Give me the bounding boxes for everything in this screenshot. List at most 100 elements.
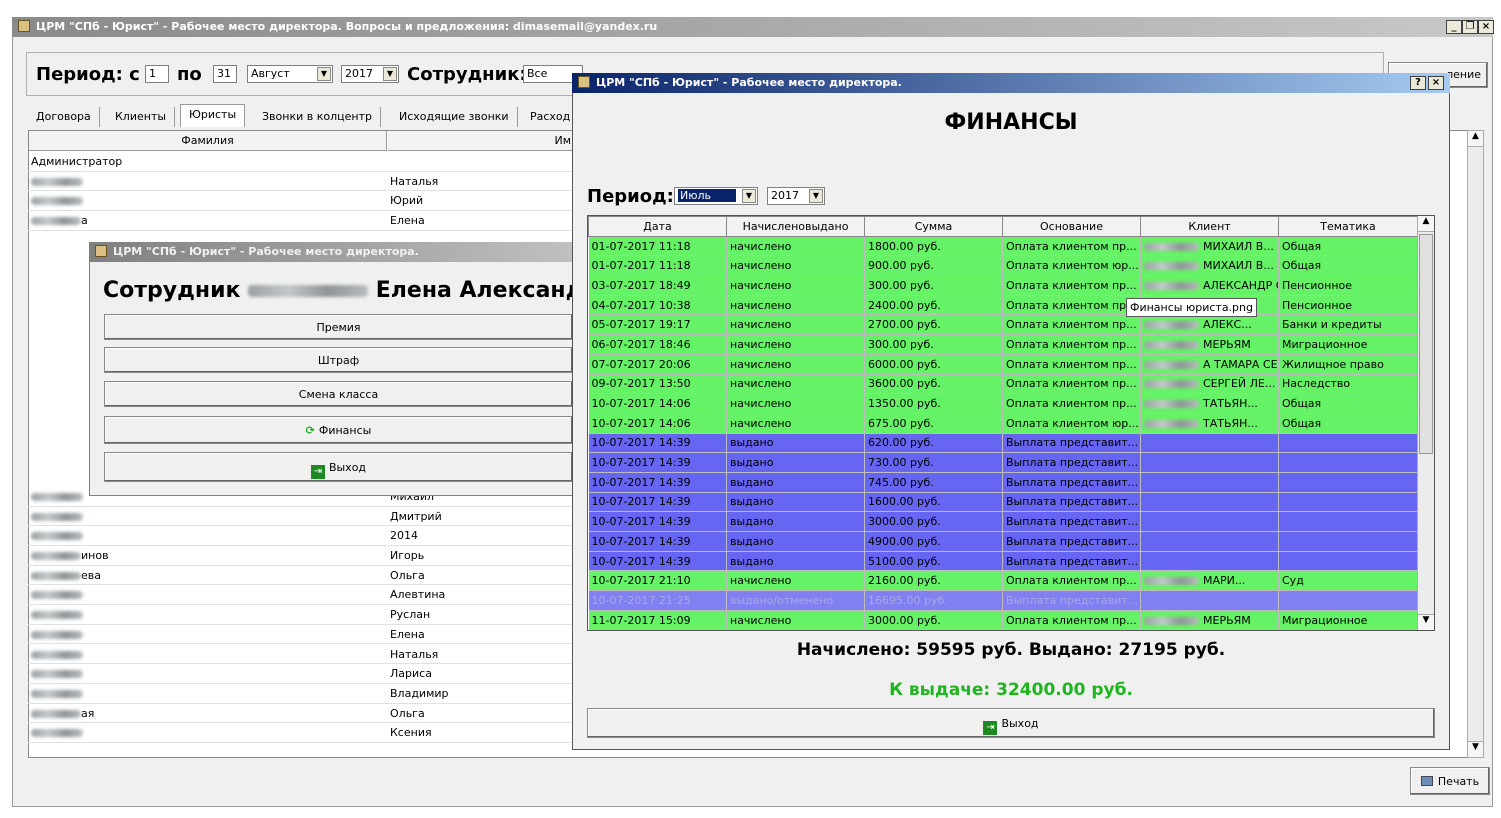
table-row[interactable]: 09-07-2017 13:50 начислено 3600.00 руб. Опл… [588,374,1418,395]
year-select[interactable]: 2017 ▼ [341,65,399,83]
tab-outgoing[interactable]: Исходящие звонки [391,107,518,127]
table-row[interactable]: 10-07-2017 14:39 выдано 620.00 руб. Выплата… [588,433,1418,454]
date-text: 10-07-2017 21:10 [591,574,691,588]
finance-month-select[interactable]: Июль ▼ [674,187,758,205]
chevron-down-icon[interactable]: ▼ [742,189,756,203]
redacted-text [1144,419,1199,428]
table-row[interactable]: Владимир [28,684,573,704]
table-row[interactable]: 10-07-2017 14:39 выдано 5100.00 руб. Выплат… [588,551,1418,572]
table-row[interactable]: Лариса [28,664,573,684]
table-row[interactable]: а Елена [28,211,573,231]
redacted-text [31,512,83,521]
redacted-text [31,709,81,718]
finance-exit-button[interactable]: ⇥ Выход [587,708,1435,738]
scroll-down-icon[interactable]: ▼ [1468,741,1483,757]
table-row[interactable]: 10-07-2017 14:39 выдано 730.00 руб. Выплата… [588,452,1418,473]
col-header-lastname[interactable]: Фамилия [29,131,387,151]
table-row[interactable]: 11-07-2017 15:09 начислено 3000.00 руб. Опл… [588,610,1418,630]
help-button[interactable]: ? [1410,76,1426,90]
table-row[interactable]: 03-07-2017 18:49 начислено 300.00 руб. Опла… [588,275,1418,296]
table-row[interactable]: 01-07-2017 11:18 начислено 900.00 руб. Опла… [588,255,1418,277]
table-row[interactable]: инов Игорь [28,546,573,566]
col-header-sum[interactable]: Сумма [864,216,1003,237]
scroll-up-icon[interactable]: ▲ [1468,131,1483,147]
col-header-client[interactable]: Клиент [1140,216,1279,237]
minimize-button[interactable]: _ [1446,20,1462,34]
table-row[interactable]: 07-07-2017 20:06 начислено 6000.00 руб. Опл… [588,354,1418,375]
table-row[interactable]: Юрий [28,191,573,212]
finance-period-label: Период: [587,186,674,207]
main-scrollbar[interactable]: ▲ ▼ [1467,130,1484,758]
table-row[interactable]: 10-07-2017 21:10 начислено 2160.00 руб. Опл… [588,570,1418,592]
table-row[interactable]: 10-07-2017 21:25 выдано/отменено 16695.00 … [588,590,1418,611]
table-row[interactable]: Алевтина [28,585,573,606]
table-row[interactable]: Руслан [28,605,573,625]
chevron-down-icon[interactable]: ▼ [317,67,331,81]
col-header-topic[interactable]: Тематика [1278,216,1418,237]
table-row[interactable]: 06-07-2017 18:46 начислено 300.00 руб. Опла… [588,334,1418,355]
table-row[interactable]: Дмитрий [28,507,573,527]
chevron-down-icon[interactable]: ▼ [809,189,823,203]
table-row[interactable]: 10-07-2017 14:06 начислено 675.00 руб. Опла… [588,413,1418,434]
table-row[interactable]: 10-07-2017 14:39 выдано 4900.00 руб. Выплат… [588,531,1418,552]
basis-cell: Оплата клиентом юр... [1002,255,1141,277]
finance-close-button[interactable]: × [1428,76,1444,90]
col-header-basis[interactable]: Основание [1002,216,1141,237]
table-row[interactable]: 2014 [28,526,573,546]
firstname-cell: 2014 [390,529,418,543]
table-row[interactable]: Наталья [28,172,573,192]
table-row[interactable]: 01-07-2017 11:18 начислено 1800.00 руб. Опл… [588,236,1418,257]
scroll-thumb[interactable] [1419,234,1433,454]
fine-button[interactable]: Штраф [104,347,573,373]
finance-scrollbar[interactable]: ▲ ▼ [1417,216,1434,630]
table-row[interactable]: ева Ольга [28,566,573,586]
table-row[interactable]: 10-07-2017 14:39 выдано 3000.00 руб. Выплат… [588,511,1418,532]
table-row[interactable]: 04-07-2017 10:38 начислено 2400.00 руб. Опл… [588,295,1418,316]
tab-callcenter[interactable]: Звонки в колцентр [254,107,381,127]
table-row[interactable]: Елена [28,625,573,645]
date-cell: 10-07-2017 14:39 [588,551,727,572]
period-to-input[interactable]: 31 [213,65,237,83]
bonus-button[interactable]: Премия [104,314,573,340]
table-row[interactable]: Наталья [28,645,573,665]
basis-text: Оплата клиентом пр... [1006,377,1137,391]
basis-text: Оплата клиентом пр... [1006,357,1137,371]
date-text: 01-07-2017 11:18 [591,259,691,273]
lastname-cell [31,529,83,542]
period-from-input[interactable]: 1 [145,65,169,83]
finance-year-select[interactable]: 2017 ▼ [767,187,825,205]
firstname-cell: Наталья [390,174,439,188]
finance-button[interactable]: ⟳ Финансы [104,416,573,444]
employee-exit-button[interactable]: ⇥ Выход [104,452,573,482]
basis-text: Оплата клиентом пр... [1006,239,1137,253]
employee-label: Сотрудник: [407,64,527,85]
date-text: 10-07-2017 21:25 [591,593,691,607]
basis-cell: Оплата клиентом пр... [1002,374,1141,395]
close-button[interactable]: × [1478,20,1494,34]
tab-contracts[interactable]: Договора [28,107,100,127]
table-row[interactable]: 10-07-2017 14:06 начислено 1350.00 руб. Опл… [588,393,1418,414]
print-button[interactable]: Печать [1410,767,1490,795]
scroll-down-icon[interactable]: ▼ [1418,614,1434,630]
scroll-up-icon[interactable]: ▲ [1418,216,1434,232]
tab-lawyers[interactable]: Юристы [180,104,246,127]
col-header-firstname[interactable]: Им [388,131,573,151]
tab-clients[interactable]: Клиенты [107,107,176,127]
table-row[interactable]: ая Ольга [28,704,573,724]
month-select[interactable]: Август ▼ [247,65,333,83]
col-header-type[interactable]: Начисленовыдано [726,216,865,237]
tab-expense[interactable]: Расход [522,107,580,127]
lastname-cell [31,608,83,621]
table-row[interactable]: 10-07-2017 14:39 выдано 1600.00 руб. Выплат… [588,492,1418,513]
table-row[interactable]: 10-07-2017 14:39 выдано 745.00 руб. Выплата… [588,472,1418,493]
redacted-text [31,552,81,560]
col-header-date[interactable]: Дата [588,216,727,237]
restore-button[interactable]: ❐ [1462,20,1478,34]
table-row[interactable]: Администратор [28,152,573,172]
table-row[interactable]: 05-07-2017 19:17 начислено 2700.00 руб. Опл… [588,314,1418,336]
change-class-button[interactable]: Смена класса [104,381,573,407]
date-cell: 10-07-2017 14:39 [588,531,727,552]
chevron-down-icon[interactable]: ▼ [383,67,397,81]
table-row[interactable]: Ксения [28,723,573,743]
lastname-cell: а [31,214,88,227]
